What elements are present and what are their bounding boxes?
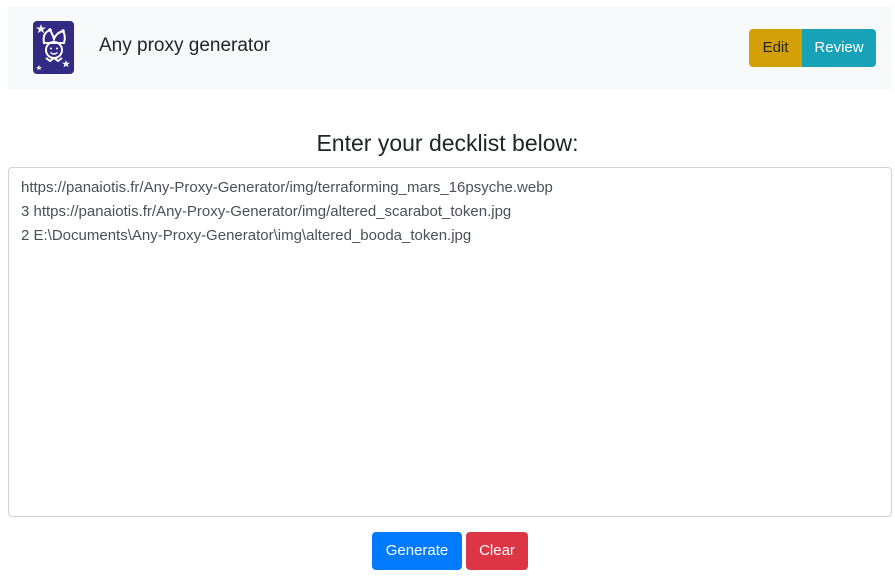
decklist-textarea[interactable] xyxy=(8,167,892,517)
jester-card-icon[interactable] xyxy=(33,21,74,74)
app-title: Any proxy generator xyxy=(99,35,271,56)
mode-toggle-group: Edit Review xyxy=(749,29,876,67)
edit-button[interactable]: Edit xyxy=(749,29,802,67)
generate-button[interactable]: Generate xyxy=(372,532,462,570)
review-button[interactable]: Review xyxy=(802,29,876,67)
navbar: Any proxy generator Edit Review xyxy=(8,6,892,90)
page-heading: Enter your decklist below: xyxy=(316,130,579,156)
clear-button[interactable]: Clear xyxy=(466,532,528,570)
